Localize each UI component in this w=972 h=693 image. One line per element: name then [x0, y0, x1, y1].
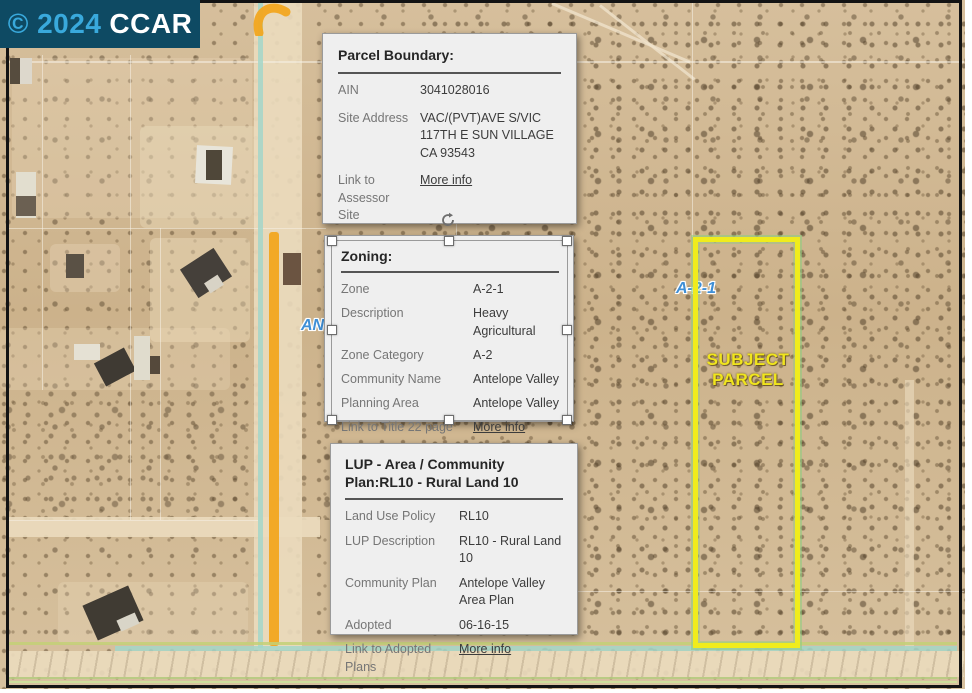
resize-handle-w[interactable]	[327, 325, 337, 335]
page-margin	[0, 689, 972, 693]
more-info-link[interactable]: More info	[473, 419, 559, 437]
row-label: Community Plan	[345, 575, 451, 610]
resize-handle-s[interactable]	[444, 415, 454, 425]
building	[206, 150, 222, 180]
parcel-line	[692, 3, 693, 237]
copyright-year: © 2024	[8, 8, 102, 40]
resize-handle-se[interactable]	[562, 415, 572, 425]
brand-name: CCAR	[109, 8, 192, 40]
row-label: Link to Assessor Site	[338, 172, 412, 225]
parcel-line	[8, 520, 258, 521]
info-row: Link to Adopted Plans More info	[345, 641, 563, 676]
row-value: Antelope Valley	[473, 395, 559, 413]
divider	[341, 271, 559, 273]
divider	[345, 498, 563, 500]
road-centerline-orange	[269, 232, 279, 646]
panel-title: LUP - Area / Community Plan:RL10 - Rural…	[345, 455, 563, 491]
row-label: Zone	[341, 281, 465, 299]
info-row: Description Heavy Agricultural	[341, 305, 559, 340]
page-margin	[965, 0, 972, 693]
info-row: LUP Description RL10 - Rural Land 10	[345, 533, 563, 568]
resize-handle-nw[interactable]	[327, 236, 337, 246]
parcel-line	[160, 228, 161, 520]
parcel-line	[42, 55, 43, 390]
info-row: Zone A-2-1	[341, 281, 559, 299]
road-label: AN	[301, 317, 324, 335]
info-row: Community Name Antelope Valley	[341, 371, 559, 389]
parcel-line	[130, 55, 131, 520]
info-row: Land Use Policy RL10	[345, 508, 563, 526]
row-label: Description	[341, 305, 465, 340]
info-row: Site Address VAC/(PVT)AVE S/VIC 117TH E …	[338, 110, 561, 163]
resize-handle-n[interactable]	[444, 236, 454, 246]
row-label: Link to Adopted Plans	[345, 641, 451, 676]
row-value: A-2-1	[473, 281, 559, 299]
info-row: Community Plan Antelope Valley Area Plan	[345, 575, 563, 610]
building	[74, 344, 100, 360]
resize-handle-ne[interactable]	[562, 236, 572, 246]
row-value: Antelope Valley Area Plan	[459, 575, 563, 610]
building	[10, 58, 20, 84]
row-value: RL10	[459, 508, 563, 526]
row-label: Land Use Policy	[345, 508, 451, 526]
building	[66, 254, 84, 278]
row-value: A-2	[473, 347, 559, 365]
subject-parcel-boundary[interactable]	[693, 237, 800, 648]
row-value: Heavy Agricultural	[473, 305, 559, 340]
road-centerline-hook	[248, 0, 298, 36]
row-label: LUP Description	[345, 533, 451, 568]
info-row: Zone Category A-2	[341, 347, 559, 365]
row-value: VAC/(PVT)AVE S/VIC 117TH E SUN VILLAGE C…	[420, 110, 561, 163]
row-label: Zone Category	[341, 347, 465, 365]
utility-line-vertical	[258, 3, 263, 648]
resize-handle-e[interactable]	[562, 325, 572, 335]
ccar-watermark: © 2024 CCAR	[0, 0, 200, 48]
row-label: AIN	[338, 82, 412, 100]
building	[16, 196, 36, 216]
rotate-handle-icon[interactable]	[440, 212, 456, 228]
row-value: Antelope Valley	[473, 371, 559, 389]
row-label: Planning Area	[341, 395, 465, 413]
cleared-field	[50, 244, 120, 292]
row-label: Adopted	[345, 617, 451, 635]
row-value: 06-16-15	[459, 617, 563, 635]
more-info-link[interactable]: More info	[459, 641, 563, 676]
building	[150, 356, 160, 374]
row-label: Community Name	[341, 371, 465, 389]
row-value: RL10 - Rural Land 10	[459, 533, 563, 568]
building	[134, 336, 150, 380]
building	[283, 253, 301, 285]
lup-panel[interactable]: LUP - Area / Community Plan:RL10 - Rural…	[330, 443, 578, 635]
panel-title: Zoning:	[341, 247, 559, 265]
row-label: Site Address	[338, 110, 412, 163]
info-row: Planning Area Antelope Valley	[341, 395, 559, 413]
divider	[338, 72, 561, 74]
parcel-line	[8, 228, 326, 229]
row-value: 3041028016	[420, 82, 561, 100]
resize-handle-sw[interactable]	[327, 415, 337, 425]
parcel-boundary-panel[interactable]: Parcel Boundary: AIN 3041028016 Site Add…	[322, 33, 577, 224]
subject-parcel-label: SUBJECT PARCEL	[698, 350, 798, 389]
panel-title: Parcel Boundary:	[338, 46, 561, 64]
zoning-panel[interactable]: Zoning: Zone A-2-1 Description Heavy Agr…	[324, 235, 574, 422]
dirt-trail-vertical	[905, 380, 914, 650]
info-row: Adopted 06-16-15	[345, 617, 563, 635]
map-viewer: A-2-1 AN SUBJECT PARCEL Parcel Boundary:…	[0, 0, 972, 693]
info-row: AIN 3041028016	[338, 82, 561, 100]
